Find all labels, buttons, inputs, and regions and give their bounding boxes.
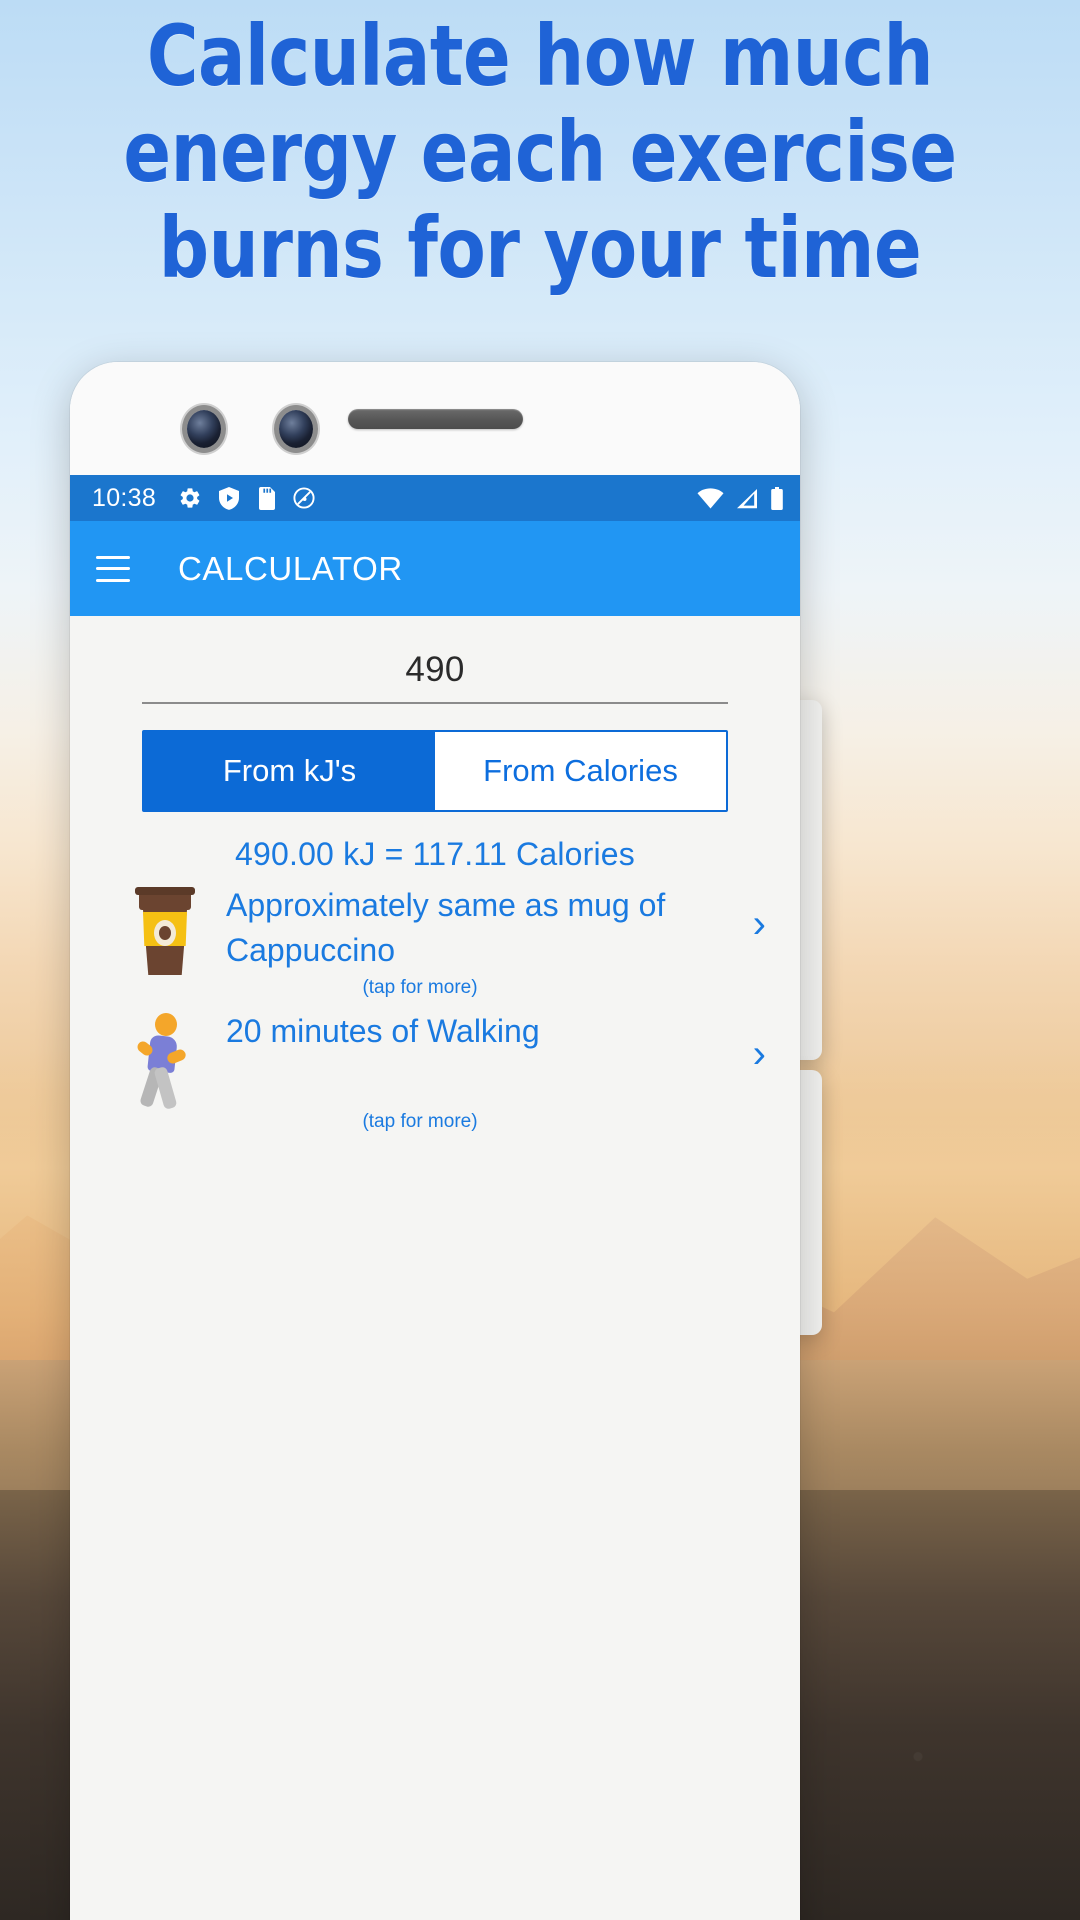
chevron-right-icon[interactable]: › [753, 1034, 766, 1074]
front-camera-icon [187, 410, 221, 448]
toggle-from-calories[interactable]: From Calories [435, 732, 726, 810]
tap-hint-exercise: (tap for more) [362, 1111, 478, 1132]
list-item[interactable]: 20 minutes of Walking › [70, 999, 800, 1110]
phone-screen: 10:38 CALCULATOR 490 From kJ's From Calo… [70, 475, 800, 1920]
conversion-result: 490.00 kJ = 117.11 Calories [234, 836, 636, 872]
calculator-body: 490 From kJ's From Calories 490.00 kJ = … [70, 650, 800, 1133]
equivalence-item-exercise[interactable]: 20 minutes of Walking › (tap for more) [70, 999, 800, 1133]
unit-toggle-group[interactable]: From kJ's From Calories [142, 730, 728, 812]
app-bar: CALCULATOR [70, 521, 800, 616]
value-input[interactable]: 490 [142, 650, 728, 702]
chevron-right-icon[interactable]: › [753, 904, 766, 944]
equivalence-exercise-label: 20 minutes of Walking [226, 1013, 540, 1049]
signal-icon [737, 488, 757, 508]
battery-icon [771, 486, 783, 510]
earpiece-speaker [348, 409, 523, 429]
list-item[interactable]: Approximately same as mug of Cappuccino … [70, 873, 800, 975]
promo-headline: Calculate how much energy each exercise … [38, 8, 1042, 296]
tap-hint-food: (tap for more) [362, 977, 478, 998]
value-input-wrapper[interactable]: 490 [142, 650, 728, 704]
hamburger-menu-icon[interactable] [96, 555, 130, 582]
page-title: CALCULATOR [178, 549, 403, 587]
coffee-cup-icon [120, 883, 210, 975]
equivalence-item-food[interactable]: Approximately same as mug of Cappuccino … [70, 873, 800, 999]
wifi-icon [697, 487, 724, 508]
front-camera-secondary-icon [279, 410, 313, 448]
status-bar-right-icons [697, 486, 784, 510]
play-shield-icon [219, 487, 240, 510]
input-underline [142, 702, 728, 704]
status-bar: 10:38 [70, 475, 800, 521]
gear-icon [180, 488, 200, 508]
phone-top-bezel [70, 362, 800, 475]
equivalence-food-label: Approximately same as mug of Cappuccino [226, 887, 666, 968]
headline-line-1: Calculate how much [146, 7, 934, 105]
headline-line-3: burns for your time [158, 199, 922, 297]
phone-mockup: 10:38 CALCULATOR 490 From kJ's From Calo… [70, 362, 800, 1920]
status-bar-clock: 10:38 [92, 483, 157, 512]
headline-line-2: energy each exercise [123, 103, 957, 201]
toggle-from-kj[interactable]: From kJ's [144, 732, 435, 810]
sd-card-icon [259, 487, 276, 510]
circle-slash-icon [293, 487, 315, 509]
walking-person-icon [120, 1009, 210, 1110]
status-bar-left-icons [178, 486, 316, 510]
